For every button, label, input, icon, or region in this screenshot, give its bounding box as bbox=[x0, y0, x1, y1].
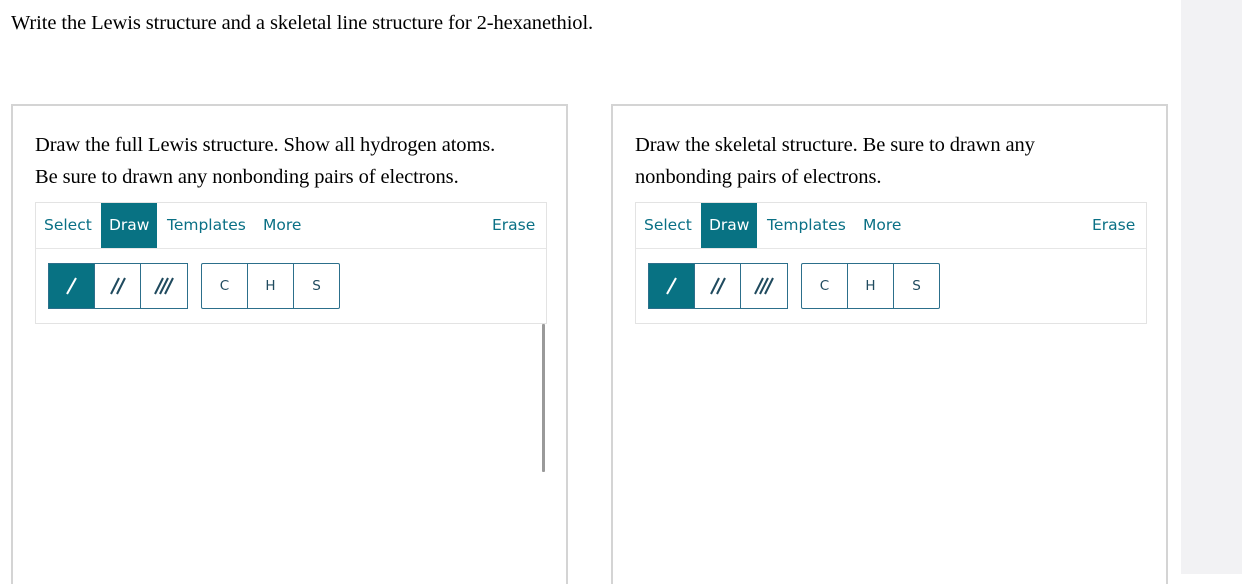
hydrogen-atom-button[interactable]: H bbox=[248, 264, 294, 308]
lewis-structure-panel: Draw the full Lewis structure. Show all … bbox=[11, 104, 568, 584]
instructions-line-2: nonbonding pairs of electrons. bbox=[635, 166, 882, 188]
triple-bond-icon bbox=[754, 277, 774, 295]
instructions-line-2: Be sure to drawn any nonbonding pairs of… bbox=[35, 166, 459, 188]
single-bond-button[interactable] bbox=[49, 264, 95, 308]
triple-bond-icon bbox=[154, 277, 174, 295]
double-bond-button[interactable] bbox=[695, 264, 741, 308]
instructions-line-1: Draw the full Lewis structure. Show all … bbox=[35, 134, 496, 156]
structure-editor: Select Draw Templates More Erase C H S bbox=[35, 202, 547, 324]
triple-bond-button[interactable] bbox=[141, 264, 187, 308]
single-bond-button[interactable] bbox=[649, 264, 695, 308]
more-menu[interactable]: More bbox=[855, 203, 909, 248]
double-bond-icon bbox=[709, 277, 726, 295]
editor-menubar: Select Draw Templates More Erase bbox=[636, 203, 1146, 249]
templates-menu[interactable]: Templates bbox=[759, 203, 854, 248]
structure-editor: Select Draw Templates More Erase C H S bbox=[635, 202, 1147, 324]
right-gutter bbox=[1181, 0, 1242, 574]
editor-menubar: Select Draw Templates More Erase bbox=[36, 203, 546, 249]
draw-menu[interactable]: Draw bbox=[701, 203, 758, 248]
instructions: Draw the full Lewis structure. Show all … bbox=[35, 129, 495, 193]
instructions-line-1: Draw the skeletal structure. Be sure to … bbox=[635, 134, 1035, 156]
select-menu[interactable]: Select bbox=[636, 203, 700, 248]
atom-tool-group: C H S bbox=[201, 263, 340, 309]
single-bond-icon bbox=[665, 277, 677, 295]
drawing-canvas[interactable] bbox=[35, 324, 547, 586]
erase-button[interactable]: Erase bbox=[484, 203, 543, 248]
vertical-scrollbar[interactable] bbox=[542, 324, 545, 472]
atom-tool-group: C H S bbox=[801, 263, 940, 309]
hydrogen-atom-button[interactable]: H bbox=[848, 264, 894, 308]
templates-menu[interactable]: Templates bbox=[159, 203, 254, 248]
single-bond-icon bbox=[65, 277, 77, 295]
carbon-atom-button[interactable]: C bbox=[802, 264, 848, 308]
erase-button[interactable]: Erase bbox=[1084, 203, 1143, 248]
bond-tool-group bbox=[648, 263, 788, 309]
draw-menu[interactable]: Draw bbox=[101, 203, 158, 248]
bond-tool-group bbox=[48, 263, 188, 309]
select-menu[interactable]: Select bbox=[36, 203, 100, 248]
carbon-atom-button[interactable]: C bbox=[202, 264, 248, 308]
double-bond-icon bbox=[109, 277, 126, 295]
sulfur-atom-button[interactable]: S bbox=[294, 264, 339, 308]
drawing-canvas[interactable] bbox=[635, 324, 1147, 586]
more-menu[interactable]: More bbox=[255, 203, 309, 248]
question-text: Write the Lewis structure and a skeletal… bbox=[11, 12, 594, 34]
triple-bond-button[interactable] bbox=[741, 264, 787, 308]
skeletal-structure-panel: Draw the skeletal structure. Be sure to … bbox=[611, 104, 1168, 584]
sulfur-atom-button[interactable]: S bbox=[894, 264, 939, 308]
instructions: Draw the skeletal structure. Be sure to … bbox=[635, 129, 1035, 193]
double-bond-button[interactable] bbox=[95, 264, 141, 308]
